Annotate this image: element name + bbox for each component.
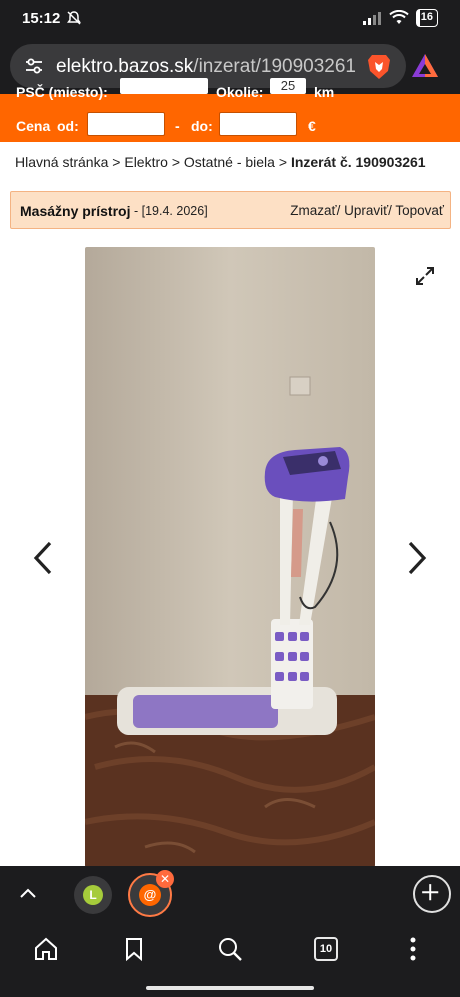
price-to-input[interactable]: [219, 112, 297, 136]
tab-favicon: L: [83, 885, 103, 905]
breadcrumb-separator: >: [278, 154, 288, 170]
tab-strip: L @ ✕: [0, 866, 460, 922]
listing-photo[interactable]: [85, 247, 375, 867]
radius-input[interactable]: 25: [270, 78, 306, 94]
search-icon[interactable]: [217, 936, 243, 962]
status-time: 15:12: [22, 10, 61, 27]
price-to-label: do:: [191, 118, 213, 134]
breadcrumb-separator: >: [112, 154, 121, 170]
listing-title-bar: Masážny prístroj - [19.4. 2026] Zmazať/ …: [10, 191, 451, 229]
breadcrumb-separator: >: [171, 154, 181, 170]
url-path: /inzerat/190903261: [193, 56, 356, 77]
price-label: Cena: [16, 118, 51, 134]
tab-favicon: @: [139, 884, 161, 906]
status-bar: 15:12 16: [0, 0, 460, 38]
close-tab-icon[interactable]: ✕: [156, 870, 174, 888]
location-filter-row: PSČ (miesto): Okolie: 25 km: [16, 78, 446, 100]
wifi-icon: [389, 10, 409, 24]
notifications-muted-icon: [67, 11, 81, 25]
address-bar[interactable]: elektro.bazos.sk/inzerat/190903261: [10, 44, 406, 88]
browser-bottom-bar: 10: [0, 922, 460, 997]
next-photo-icon[interactable]: [404, 540, 430, 576]
brave-shields-icon[interactable]: [366, 53, 392, 81]
status-indicators: 16: [362, 9, 438, 27]
price-from-input[interactable]: [87, 112, 165, 136]
price-filter-row: Cena od: - do: €: [16, 112, 446, 138]
currency-label: €: [308, 118, 316, 134]
location-input[interactable]: [120, 78, 208, 94]
breadcrumb-category[interactable]: Elektro: [124, 154, 168, 170]
search-filter-band: PSČ (miesto): Okolie: 25 km Cena od: - d…: [0, 78, 460, 142]
location-label: PSČ (miesto):: [16, 84, 108, 100]
previous-photo-icon[interactable]: [30, 540, 56, 576]
brave-rewards-icon[interactable]: [410, 52, 440, 80]
listing-date: - [19.4. 2026]: [134, 204, 208, 218]
more-menu-icon[interactable]: [400, 936, 426, 962]
bookmark-icon[interactable]: [121, 936, 147, 962]
breadcrumb: Hlavná stránka > Elektro > Ostatné - bie…: [15, 154, 426, 170]
breadcrumb-subcategory[interactable]: Ostatné - biela: [184, 154, 275, 170]
battery-icon: 16: [415, 9, 438, 27]
new-tab-icon[interactable]: [413, 875, 451, 913]
breadcrumb-current: Inzerát č. 190903261: [290, 154, 426, 170]
radius-label: Okolie:: [216, 84, 264, 100]
home-icon[interactable]: [33, 936, 59, 962]
tab-thumbnail[interactable]: L: [74, 876, 112, 914]
listing-actions-link[interactable]: Zmazať/ Upraviť/ Topovať: [290, 203, 444, 218]
url-text[interactable]: elektro.bazos.sk/inzerat/190903261: [56, 56, 356, 78]
chevron-up-icon[interactable]: [16, 882, 40, 906]
signal-icon: [362, 12, 381, 25]
listing-title: Masážny prístroj: [20, 203, 131, 219]
fullscreen-icon[interactable]: [414, 265, 436, 287]
radius-unit: km: [314, 84, 335, 100]
price-separator: -: [175, 118, 180, 134]
tab-count-button[interactable]: 10: [314, 937, 338, 961]
site-settings-icon[interactable]: [24, 56, 44, 76]
price-from-label: od:: [57, 118, 79, 134]
url-host: elektro.bazos.sk: [56, 56, 194, 77]
breadcrumb-home[interactable]: Hlavná stránka: [15, 154, 108, 170]
gesture-home-indicator[interactable]: [146, 986, 314, 990]
